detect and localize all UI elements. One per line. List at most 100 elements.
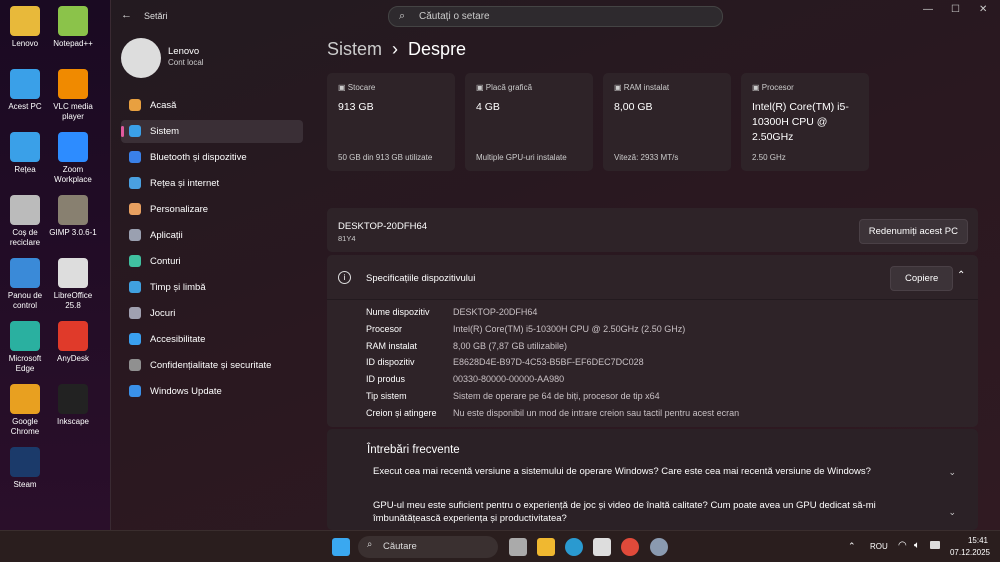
app-icon [58, 132, 88, 162]
sidebar-item-label: Jocuri [150, 308, 176, 319]
card-label: ▣ Placă grafică [476, 83, 533, 92]
search-icon: ⌕ [367, 539, 373, 550]
breadcrumb-parent[interactable]: Sistem [327, 39, 382, 59]
minimize-button[interactable]: — [923, 4, 933, 15]
desktop-shortcut[interactable]: Steam [0, 447, 50, 490]
chevron-down-icon[interactable]: ⌄ [948, 507, 956, 518]
desktop-shortcut[interactable]: Rețea [0, 132, 50, 175]
sidebar-item-label: Confidențialitate și securitate [150, 360, 272, 371]
sidebar-item[interactable]: Sistem [121, 120, 303, 143]
nav-icon [129, 203, 141, 215]
nav-icon [129, 99, 141, 111]
sidebar-item[interactable]: Timp și limbă [121, 276, 303, 299]
shortcut-label: Notepad++ [53, 39, 93, 48]
wifi-icon[interactable]: ◠ [898, 540, 907, 551]
summary-card: ▣ Stocare 913 GB 50 GB din 913 GB utilizat… [327, 73, 455, 171]
rename-pc-button[interactable]: Redenumiți acest PC [858, 219, 968, 244]
desktop-shortcut[interactable]: Acest PC [0, 69, 50, 112]
start-icon[interactable] [332, 538, 350, 556]
desktop-shortcut[interactable]: AnyDesk [48, 321, 98, 364]
sidebar-item[interactable]: Conturi [121, 250, 303, 273]
desktop-shortcut[interactable]: Notepad++ [48, 6, 98, 49]
back-arrow-icon[interactable]: ← [121, 9, 132, 21]
taskbar-search[interactable]: ⌕ Căutare [358, 536, 498, 558]
desktop-shortcut[interactable]: Microsoft Edge [0, 321, 50, 374]
sidebar-item[interactable]: Windows Update [121, 380, 303, 403]
faq-title: Întrebări frecvente [367, 444, 460, 456]
volume-icon[interactable]: 🔈︎ [914, 540, 920, 551]
app-icon [10, 447, 40, 477]
desktop-shortcut[interactable]: Panou de control [0, 258, 50, 311]
desktop-shortcut[interactable]: GIMP 3.0.6-1 [48, 195, 98, 238]
spec-key: Nume dispozitiv [366, 307, 430, 317]
shortcut-label: Panou de control [7, 291, 43, 310]
close-button[interactable]: ✕ [979, 4, 987, 15]
clock-date[interactable]: 07.12.2025 [950, 548, 990, 557]
sidebar-item[interactable]: Bluetooth și dispozitive [121, 146, 303, 169]
language-indicator[interactable]: ROU [870, 542, 888, 551]
store-icon[interactable] [593, 538, 611, 556]
sidebar-item[interactable]: Rețea și internet [121, 172, 303, 195]
app-icon [58, 384, 88, 414]
faq-question: Execut cea mai recentă versiune a sistem… [373, 466, 871, 477]
shortcut-label: Microsoft Edge [8, 354, 42, 373]
shortcut-label: AnyDesk [56, 354, 89, 363]
nav-icon [129, 359, 141, 371]
copy-button[interactable]: Copiere [890, 266, 954, 291]
card-subtext: 2.50 GHz [752, 153, 786, 162]
spec-key: Tip sistem [366, 391, 407, 401]
taskbar-search-label: Căutare [383, 541, 417, 552]
info-icon: i [338, 271, 351, 284]
sidebar-item[interactable]: Jocuri [121, 302, 303, 325]
edge-icon[interactable] [565, 538, 583, 556]
settings-search-input[interactable]: ⌕ Căutați o setare [388, 6, 723, 27]
desktop-shortcut[interactable]: Zoom Workplace [48, 132, 98, 185]
app-icon [10, 384, 40, 414]
chevron-up-icon[interactable]: ⌃ [957, 270, 965, 281]
sidebar-item[interactable]: Confidențialitate și securitate [121, 354, 303, 377]
breadcrumb: Sistem › Despre [327, 39, 466, 60]
desktop-shortcut[interactable]: Coș de reciclare [0, 195, 50, 248]
chevron-down-icon[interactable]: ⌄ [948, 467, 956, 478]
nav-icon [129, 229, 141, 241]
sidebar-item-label: Accesibilitate [150, 334, 206, 345]
sidebar-item-label: Conturi [150, 256, 181, 267]
battery-icon[interactable] [930, 541, 940, 549]
desktop-shortcut[interactable]: Lenovo [0, 6, 50, 49]
card-value: Intel(R) Core(TM) i5-10300H CPU @ 2.50GH… [752, 101, 849, 143]
desktop-shortcut[interactable]: Google Chrome [0, 384, 50, 437]
file-explorer-icon[interactable] [537, 538, 555, 556]
app-title: Setări [144, 11, 168, 21]
desktop-shortcut[interactable]: Inkscape [48, 384, 98, 427]
summary-card: ▣ Placă grafică 4 GB Multiple GPU-uri inst… [465, 73, 593, 171]
device-specs-panel: i Specificațiile dispozitivului Copiere … [327, 255, 978, 427]
sidebar-item[interactable]: Personalizare [121, 198, 303, 221]
sidebar-item-label: Windows Update [150, 386, 222, 397]
device-name-panel: DESKTOP-20DFH64 81Y4 Redenumiți acest PC [327, 208, 978, 252]
sidebar-item[interactable]: Accesibilitate [121, 328, 303, 351]
summary-card: ▣ Procesor Intel(R) Core(TM) i5-10300H CP… [741, 73, 869, 171]
spec-value: E8628D4E-B97D-4C53-B5BF-EF6DEC7DC028 [453, 357, 644, 368]
maximize-button[interactable]: ☐ [951, 4, 960, 15]
sidebar-item-label: Aplicații [150, 230, 183, 241]
app-icon [58, 195, 88, 225]
sidebar-item-label: Bluetooth și dispozitive [150, 152, 247, 163]
nav-icon [129, 307, 141, 319]
chrome-icon[interactable] [621, 538, 639, 556]
sidebar-item[interactable]: Acasă [121, 94, 303, 117]
settings-icon[interactable] [650, 538, 668, 556]
shortcut-label: Acest PC [8, 102, 42, 111]
desktop-shortcut[interactable]: LibreOffice 25.8 [48, 258, 98, 311]
taskbar: ⌕ Căutare ⌃ ROU ◠ 🔈︎ 15:41 07.12.2025 [0, 530, 1000, 562]
desktop-shortcut[interactable]: VLC media player [48, 69, 98, 122]
chevron-up-icon[interactable]: ⌃ [848, 541, 856, 552]
spec-key: RAM instalat [366, 340, 418, 351]
spec-value: Sistem de operare pe 64 de biți, proceso… [453, 391, 660, 401]
shortcut-label: VLC media player [53, 102, 93, 121]
spec-key: Creion și atingere [366, 407, 437, 418]
sidebar-item-label: Personalizare [150, 204, 209, 215]
sidebar-item[interactable]: Aplicații [121, 224, 303, 247]
summary-card: ▣ RAM instalat 8,00 GB Viteză: 2933 MT/s [603, 73, 731, 171]
task-view-icon[interactable] [509, 538, 527, 556]
clock-time[interactable]: 15:41 [968, 536, 988, 545]
